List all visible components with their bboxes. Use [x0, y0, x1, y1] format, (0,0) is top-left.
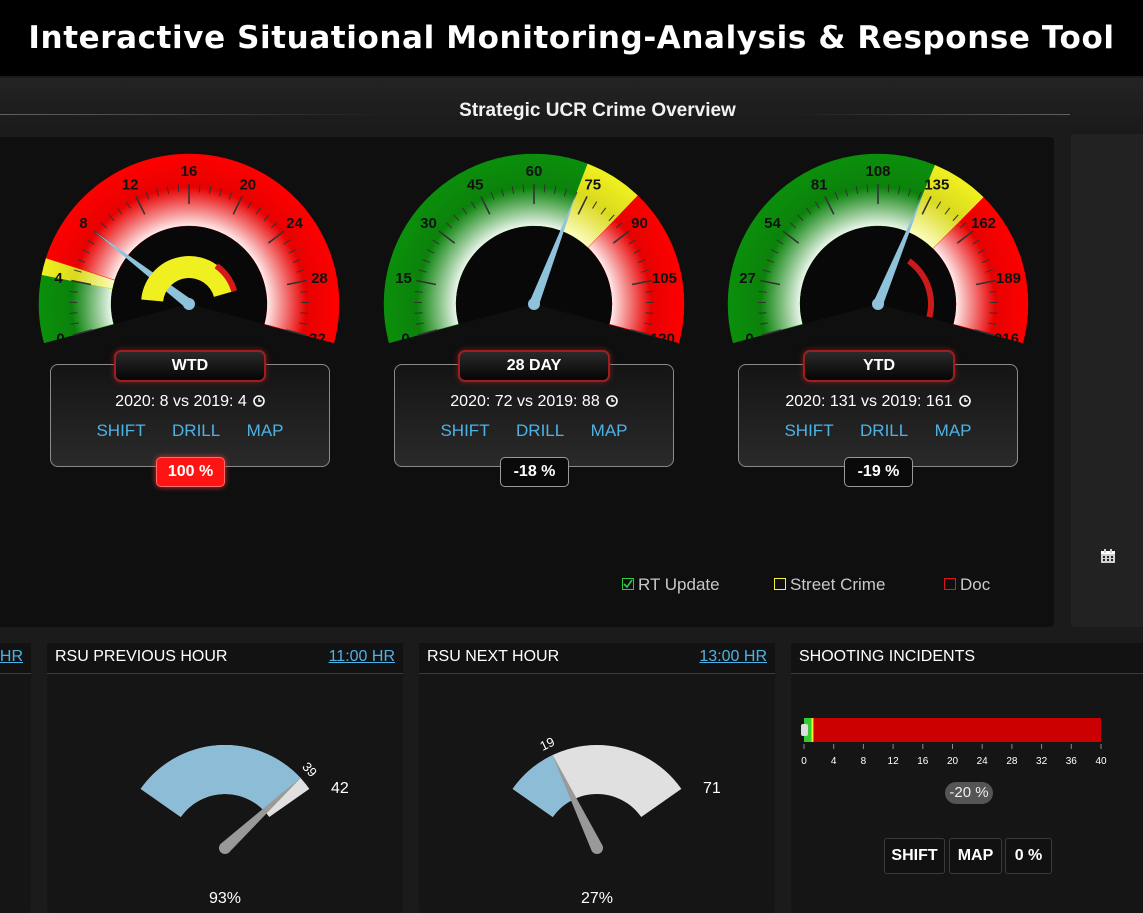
axis-tick-label: 20	[947, 756, 959, 767]
gauge-tick-label: 27	[739, 270, 756, 287]
gauge-tick	[990, 313, 998, 314]
axis-tick-label: 28	[1006, 756, 1018, 767]
gauge-value-label: 39	[299, 759, 320, 780]
gauge-tick-label: 81	[811, 177, 828, 194]
hour-link[interactable]: HR	[0, 648, 23, 666]
legend-label: Doc	[960, 575, 990, 594]
gauge-tick-label: 216	[994, 330, 1019, 347]
axis-tick-label: 4	[831, 756, 837, 767]
axis-tick-label: 16	[917, 756, 929, 767]
shooting-bar-chart: 0 4 8 12 16 20 24 28 32 36 40	[791, 703, 1143, 853]
rsu-next-hour-card: RSU NEXT HOUR 13:00 HR 19 71 27%	[419, 643, 775, 913]
legend-doc[interactable]: Doc	[944, 575, 990, 595]
shift-button[interactable]: SHIFT	[884, 838, 945, 874]
percent-button[interactable]: 0 %	[1005, 838, 1052, 874]
gauge-tick	[758, 313, 766, 314]
legend-label: Street Crime	[790, 575, 885, 594]
gauge-percent: 93%	[47, 890, 403, 908]
axis-tick-label: 24	[977, 756, 989, 767]
gauge-tick-label: 108	[865, 163, 890, 180]
rsu-previous-gauge: 39	[47, 643, 403, 913]
rsu-previous-hour-card: RSU PREVIOUS HOUR 11:00 HR 39 42 93%	[47, 643, 403, 913]
gauge-tick-label: 189	[996, 270, 1021, 287]
gauge-ytd-label: YTD	[803, 350, 955, 382]
legend-label: RT Update	[638, 575, 720, 594]
gauge-max-label: 42	[331, 780, 349, 798]
gauge-ytd-percent: -19 %	[844, 457, 913, 487]
checkbox-icon[interactable]	[774, 578, 786, 590]
shift-link[interactable]: SHIFT	[784, 421, 833, 440]
gauge-percent: 27%	[419, 890, 775, 908]
legend-street-crime[interactable]: Street Crime	[774, 575, 885, 595]
partial-card: HR	[0, 643, 31, 913]
change-badge: -20 %	[945, 782, 993, 804]
axis-tick-label: 0	[801, 756, 807, 767]
axis-tick-label: 8	[861, 756, 867, 767]
rsu-next-gauge: 19	[419, 643, 775, 913]
gauge-tick-label: 135	[924, 177, 949, 194]
gauge-tick-label: 162	[971, 215, 996, 232]
legend-rt-update[interactable]: RT Update	[622, 575, 720, 595]
slider-handle[interactable]	[801, 724, 808, 736]
gauge-value-label: 19	[537, 734, 557, 754]
gauge-tick-label: 0	[745, 330, 753, 347]
axis-tick-label: 36	[1066, 756, 1078, 767]
comparison-text: 2020: 131 vs 2019: 161	[739, 393, 1017, 411]
drill-link[interactable]: DRILL	[860, 421, 908, 440]
map-link[interactable]: MAP	[935, 421, 972, 440]
axis-tick-label: 40	[1095, 756, 1107, 767]
map-button[interactable]: MAP	[949, 838, 1002, 874]
gauge-tick-label: 54	[764, 215, 781, 232]
axis-tick-label: 32	[1036, 756, 1048, 767]
gauge-hub	[872, 298, 884, 310]
axis-tick-label: 12	[888, 756, 900, 767]
bar-track	[804, 718, 1101, 742]
checkbox-checked-icon[interactable]	[622, 578, 634, 590]
clock-icon[interactable]	[959, 395, 971, 407]
card-title: SHOOTING INCIDENTS	[799, 648, 975, 666]
checkbox-icon[interactable]	[944, 578, 956, 590]
gauge-max-label: 71	[703, 780, 721, 798]
